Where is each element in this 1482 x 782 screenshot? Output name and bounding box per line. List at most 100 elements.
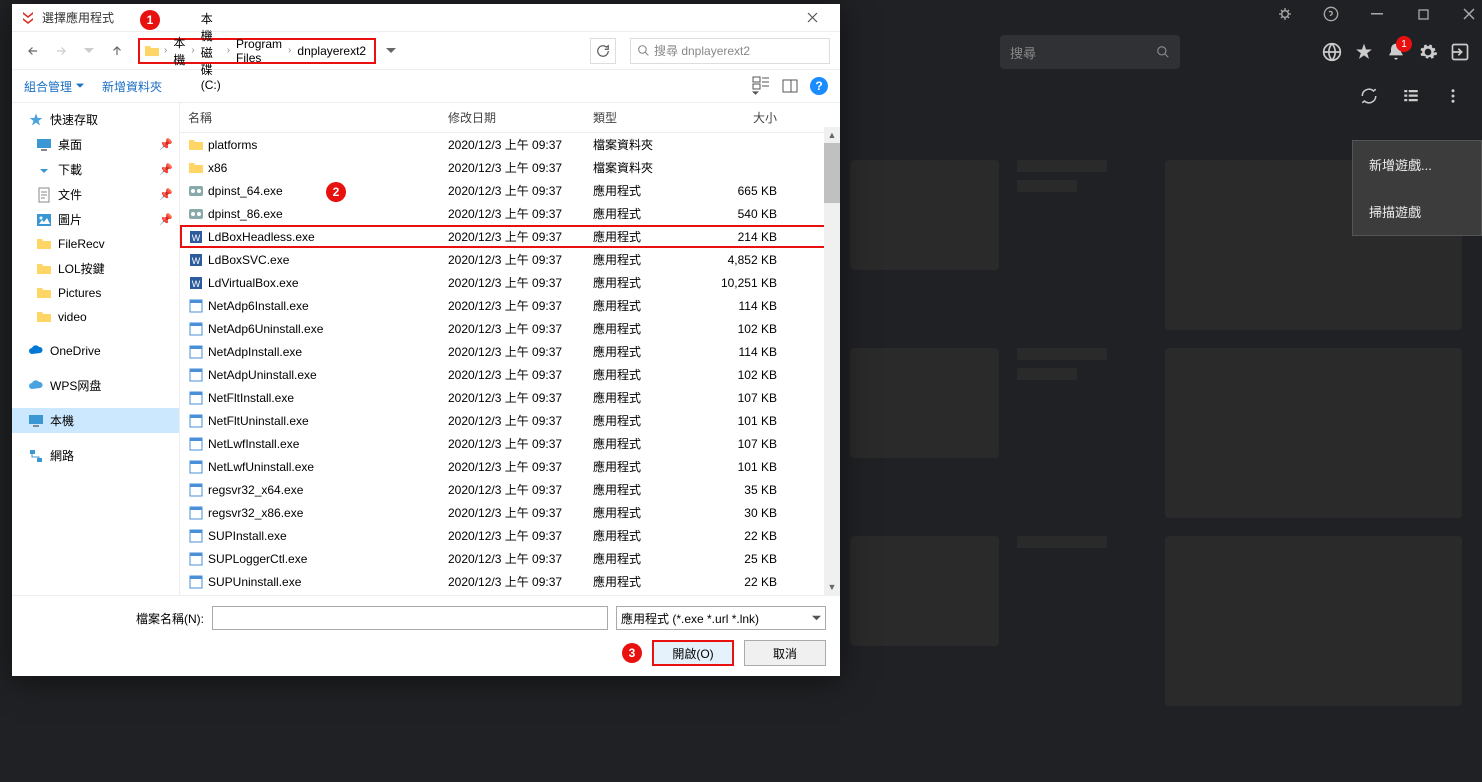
scroll-down-arrow[interactable]: ▼ xyxy=(824,579,840,595)
sync-icon[interactable] xyxy=(1360,87,1378,105)
sidebar-video[interactable]: video xyxy=(12,305,179,329)
file-row[interactable]: NetLwfUninstall.exe2020/12/3 上午 09:37應用程… xyxy=(180,455,840,478)
sidebar-wps[interactable]: WPS网盘 xyxy=(12,373,179,398)
exe-icon xyxy=(188,482,204,498)
sidebar-desktop[interactable]: 桌面📌 xyxy=(12,132,179,157)
file-row[interactable]: SUPUninstall.exe2020/12/3 上午 09:37應用程式22… xyxy=(180,570,840,593)
file-row[interactable]: NetLwfInstall.exe2020/12/3 上午 09:37應用程式1… xyxy=(180,432,840,455)
crumb-programfiles[interactable]: Program Files xyxy=(232,35,286,67)
file-row[interactable]: WLdBoxHeadless.exe2020/12/3 上午 09:37應用程式… xyxy=(180,225,840,248)
col-header-date[interactable]: 修改日期 xyxy=(440,107,585,128)
login-icon[interactable] xyxy=(1448,40,1472,64)
nav-forward-button[interactable] xyxy=(50,40,72,62)
menu-scan-game[interactable]: 掃描遊戲 xyxy=(1353,188,1481,235)
file-name: SUPInstall.exe xyxy=(208,529,287,543)
newfolder-button[interactable]: 新增資料夾 xyxy=(102,78,162,95)
bug-icon[interactable] xyxy=(1276,5,1294,23)
file-row[interactable]: WLdVirtualBox.exe2020/12/3 上午 09:37應用程式1… xyxy=(180,271,840,294)
file-row[interactable]: NetFltInstall.exe2020/12/3 上午 09:37應用程式1… xyxy=(180,386,840,409)
breadcrumb-bar[interactable]: › 本機 › 本機磁碟 (C:) › Program Files › dnpla… xyxy=(138,38,376,64)
scroll-thumb[interactable] xyxy=(824,143,840,203)
newfolder-label: 新增資料夾 xyxy=(102,78,162,95)
app-icon xyxy=(20,10,36,26)
sidebar-quickaccess[interactable]: 快速存取 xyxy=(12,107,179,132)
file-row[interactable]: regsvr32_x86.exe2020/12/3 上午 09:37應用程式30… xyxy=(180,501,840,524)
globe-icon[interactable] xyxy=(1320,40,1344,64)
monitor-icon xyxy=(28,413,44,429)
file-filter-select[interactable]: 應用程式 (*.exe *.url *.lnk) xyxy=(616,606,826,630)
sidebar-thispc[interactable]: 本機 xyxy=(12,408,179,433)
crumb-folder[interactable]: dnplayerext2 xyxy=(293,42,370,60)
close-icon[interactable] xyxy=(1460,5,1478,23)
file-date: 2020/12/3 上午 09:37 xyxy=(440,249,585,270)
open-button[interactable]: 開啟(O) xyxy=(652,640,734,666)
exe-icon xyxy=(188,574,204,590)
sidebar-label: 文件 xyxy=(58,186,82,203)
bell-icon[interactable]: 1 xyxy=(1384,40,1408,64)
file-row[interactable]: WLdBoxSVC.exe2020/12/3 上午 09:37應用程式4,852… xyxy=(180,248,840,271)
sidebar-label: 本機 xyxy=(50,412,74,429)
sidebar-pictures[interactable]: 圖片📌 xyxy=(12,207,179,232)
sidebar-network[interactable]: 網路 xyxy=(12,443,179,468)
file-row[interactable]: SUPLoggerCtl.exe2020/12/3 上午 09:37應用程式25… xyxy=(180,547,840,570)
file-row[interactable]: NetAdpInstall.exe2020/12/3 上午 09:37應用程式1… xyxy=(180,340,840,363)
col-header-size[interactable]: 大小 xyxy=(695,107,785,128)
minimize-icon[interactable] xyxy=(1368,5,1386,23)
file-row[interactable]: tstAnimate.exe2020/12/3 上午 09:37應用程式47 K… xyxy=(180,593,840,595)
maximize-icon[interactable] xyxy=(1414,5,1432,23)
nav-recent-button[interactable] xyxy=(78,40,100,62)
file-row[interactable]: SUPInstall.exe2020/12/3 上午 09:37應用程式22 K… xyxy=(180,524,840,547)
annotation-3: 3 xyxy=(622,643,642,663)
file-row[interactable]: NetAdp6Uninstall.exe2020/12/3 上午 09:37應用… xyxy=(180,317,840,340)
bg-search-box[interactable]: 搜尋 xyxy=(1000,35,1180,69)
dialog-search-box[interactable]: 搜尋 dnplayerext2 xyxy=(630,38,830,64)
file-row[interactable]: NetAdp6Install.exe2020/12/3 上午 09:37應用程式… xyxy=(180,294,840,317)
sidebar-lolkeys[interactable]: LOL按鍵 xyxy=(12,256,179,281)
filename-input[interactable] xyxy=(212,606,608,630)
file-type: 應用程式 xyxy=(585,387,695,408)
file-date: 2020/12/3 上午 09:37 xyxy=(440,134,585,155)
col-header-type[interactable]: 類型 xyxy=(585,107,695,128)
refresh-button[interactable] xyxy=(590,38,616,64)
sidebar-filerecv[interactable]: FileRecv xyxy=(12,232,179,256)
crumb-root[interactable]: 本機 xyxy=(169,32,189,70)
search-icon xyxy=(1156,45,1170,59)
sidebar-label: LOL按鍵 xyxy=(58,260,105,277)
vertical-scrollbar[interactable]: ▲ ▼ xyxy=(824,127,840,595)
nav-up-button[interactable] xyxy=(106,40,128,62)
cancel-button[interactable]: 取消 xyxy=(744,640,826,666)
file-row[interactable]: platforms2020/12/3 上午 09:37檔案資料夾 xyxy=(180,133,840,156)
file-row[interactable]: dpinst_64.exe2020/12/3 上午 09:37應用程式665 K… xyxy=(180,179,840,202)
file-row[interactable]: regsvr32_x64.exe2020/12/3 上午 09:37應用程式35… xyxy=(180,478,840,501)
col-header-name[interactable]: 名稱 xyxy=(180,107,440,128)
menu-add-game[interactable]: 新增遊戲... xyxy=(1353,141,1481,188)
notification-badge: 1 xyxy=(1396,36,1412,52)
help-icon[interactable] xyxy=(1322,5,1340,23)
sidebar-onedrive[interactable]: OneDrive xyxy=(12,339,179,363)
view-options-button[interactable] xyxy=(752,76,770,97)
file-date: 2020/12/3 上午 09:37 xyxy=(440,226,585,247)
sidebar-downloads[interactable]: 下載📌 xyxy=(12,157,179,182)
breadcrumb-dropdown[interactable] xyxy=(386,46,404,56)
nav-back-button[interactable] xyxy=(22,40,44,62)
sidebar-documents[interactable]: 文件📌 xyxy=(12,182,179,207)
file-type: 應用程式 xyxy=(585,180,695,201)
file-type: 應用程式 xyxy=(585,594,695,595)
file-row[interactable]: x862020/12/3 上午 09:37檔案資料夾 xyxy=(180,156,840,179)
organize-button[interactable]: 組合管理 xyxy=(24,78,84,95)
sidebar: 快速存取 桌面📌 下載📌 文件📌 圖片📌 FileRecv LOL按鍵 Pict… xyxy=(12,103,180,595)
scroll-up-arrow[interactable]: ▲ xyxy=(824,127,840,143)
dialog-close-button[interactable] xyxy=(792,5,832,31)
sidebar-label: OneDrive xyxy=(50,344,101,358)
preview-pane-button[interactable] xyxy=(782,79,798,93)
star-icon[interactable] xyxy=(1352,40,1376,64)
help-button[interactable]: ? xyxy=(810,77,828,95)
more-icon[interactable] xyxy=(1444,87,1462,105)
file-row[interactable]: dpinst_86.exe2020/12/3 上午 09:37應用程式540 K… xyxy=(180,202,840,225)
sidebar-pictures-folder[interactable]: Pictures xyxy=(12,281,179,305)
file-row[interactable]: NetAdpUninstall.exe2020/12/3 上午 09:37應用程… xyxy=(180,363,840,386)
chevron-right-icon: › xyxy=(191,45,194,56)
file-row[interactable]: NetFltUninstall.exe2020/12/3 上午 09:37應用程… xyxy=(180,409,840,432)
gear-icon[interactable] xyxy=(1416,40,1440,64)
list-icon[interactable] xyxy=(1402,87,1420,105)
